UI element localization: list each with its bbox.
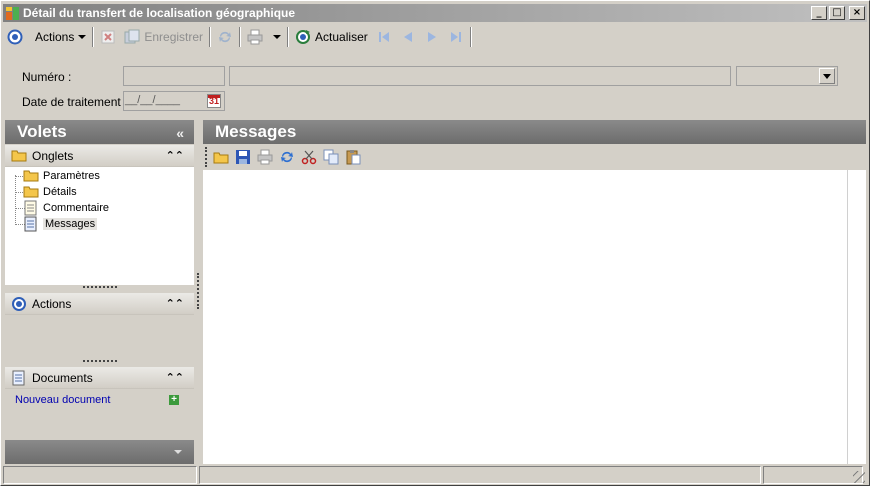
resize-grip-icon[interactable] — [853, 471, 865, 483]
numero-code-field[interactable] — [123, 66, 225, 86]
next-record-button[interactable] — [420, 26, 444, 48]
copy-icon[interactable] — [323, 149, 339, 165]
tree-item-label: Messages — [43, 218, 98, 230]
numero-label: Numéro : — [22, 70, 72, 84]
tree-item-messages[interactable]: Messages — [23, 216, 98, 232]
status-cell — [763, 466, 863, 484]
toolbar-divider — [209, 27, 212, 47]
sync-button[interactable] — [213, 26, 237, 48]
refresh-icon — [295, 29, 311, 45]
section-resize-grip[interactable] — [83, 360, 117, 362]
volets-header: Volets « — [5, 120, 194, 144]
actions-section-header[interactable]: Actions ⌃⌃ — [5, 293, 194, 315]
tree-item-label: Commentaire — [43, 202, 110, 214]
first-record-button[interactable] — [372, 26, 396, 48]
onglets-section-header[interactable]: Onglets ⌃⌃ — [5, 145, 194, 167]
panel-splitter[interactable] — [197, 273, 199, 309]
tree-item-parametres[interactable]: Paramètres — [23, 168, 100, 184]
toolbar-divider — [469, 27, 472, 47]
save-label: Enregistrer — [144, 30, 204, 44]
previous-icon — [400, 29, 416, 45]
numero-description-field[interactable] — [229, 66, 731, 86]
refresh-icon[interactable] — [279, 149, 295, 165]
collapse-section-icon[interactable]: ⌃⌃ — [166, 149, 184, 162]
tree-item-commentaire[interactable]: Commentaire — [23, 200, 109, 216]
actions-circle-icon — [7, 29, 23, 45]
date-mask: __/__/____ — [125, 94, 181, 106]
documents-section-header[interactable]: Documents ⌃⌃ — [5, 367, 194, 389]
last-icon — [448, 29, 464, 45]
save-disk-icon — [124, 29, 140, 45]
volets-title: Volets — [17, 122, 67, 141]
title-bar: Détail du transfert de localisation géog… — [3, 4, 867, 22]
tree-item-label: Détails — [43, 186, 77, 198]
window-title: Détail du transfert de localisation géog… — [23, 6, 296, 20]
new-document-link[interactable]: Nouveau document — [15, 394, 110, 406]
first-icon — [376, 29, 392, 45]
print-icon[interactable] — [257, 149, 273, 165]
toolbar-divider — [239, 27, 242, 47]
collapse-section-icon[interactable]: ⌃⌃ — [166, 371, 184, 384]
actions-section-label: Actions — [32, 296, 72, 311]
print-menu-button[interactable] — [243, 26, 285, 48]
documents-section-label: Documents — [32, 370, 93, 385]
save-icon[interactable] — [235, 149, 251, 165]
date-label: Date de traitement : — [22, 95, 128, 109]
document-icon — [11, 370, 27, 386]
section-resize-grip[interactable] — [83, 286, 117, 288]
status-cell — [199, 466, 761, 484]
panel-bottom-bar[interactable] — [5, 440, 194, 464]
delete-button[interactable] — [96, 26, 120, 48]
messages-header: Messages — [203, 120, 866, 144]
folder-icon — [11, 148, 27, 164]
chevron-down-icon — [273, 35, 282, 39]
open-folder-icon[interactable] — [213, 149, 229, 165]
actions-menu-label: Actions — [35, 30, 75, 44]
previous-record-button[interactable] — [396, 26, 420, 48]
status-cell — [3, 466, 197, 484]
document-icon — [23, 200, 39, 216]
toolbar-divider — [287, 27, 290, 47]
last-record-button[interactable] — [444, 26, 468, 48]
messages-title: Messages — [215, 122, 297, 141]
actions-menu-button[interactable]: Actions — [27, 26, 90, 48]
tree-connector — [15, 175, 16, 225]
main-window: Détail du transfert de localisation géog… — [0, 0, 870, 486]
calendar-icon[interactable]: 31 — [207, 94, 221, 108]
collapse-panel-icon[interactable]: « — [176, 125, 184, 141]
messages-toolbar — [203, 144, 866, 170]
status-bar — [3, 466, 867, 484]
messages-scrollbar[interactable] — [847, 170, 866, 464]
printer-icon — [247, 29, 263, 45]
folder-icon — [23, 168, 39, 184]
refresh-button[interactable]: Actualiser — [291, 26, 372, 48]
numero-dropdown-button[interactable] — [819, 68, 835, 84]
tree-item-label: Paramètres — [43, 170, 100, 182]
collapse-section-icon[interactable]: ⌃⌃ — [166, 297, 184, 310]
chevron-down-icon — [78, 35, 87, 39]
minimize-button[interactable]: _ — [811, 6, 827, 20]
toolbar-divider — [92, 27, 95, 47]
save-button[interactable]: Enregistrer — [120, 26, 207, 48]
cut-icon[interactable] — [301, 149, 317, 165]
close-button[interactable]: × — [849, 6, 865, 20]
onglets-label: Onglets — [32, 148, 74, 163]
folder-icon — [23, 184, 39, 200]
delete-icon — [100, 29, 116, 45]
app-logo-icon — [5, 5, 21, 21]
maximize-button[interactable]: □ — [829, 6, 845, 20]
document-icon — [23, 216, 39, 232]
main-toolbar: Actions Enregistrer Actualiser — [3, 25, 867, 49]
actions-circle-button[interactable] — [3, 26, 27, 48]
paste-icon[interactable] — [345, 149, 361, 165]
next-icon — [424, 29, 440, 45]
tree-item-details[interactable]: Détails — [23, 184, 77, 200]
add-document-icon[interactable]: + — [169, 395, 179, 405]
refresh-label: Actualiser — [315, 30, 368, 44]
sync-icon — [217, 29, 233, 45]
messages-content-area[interactable] — [203, 170, 866, 464]
actions-circle-icon — [11, 296, 27, 312]
